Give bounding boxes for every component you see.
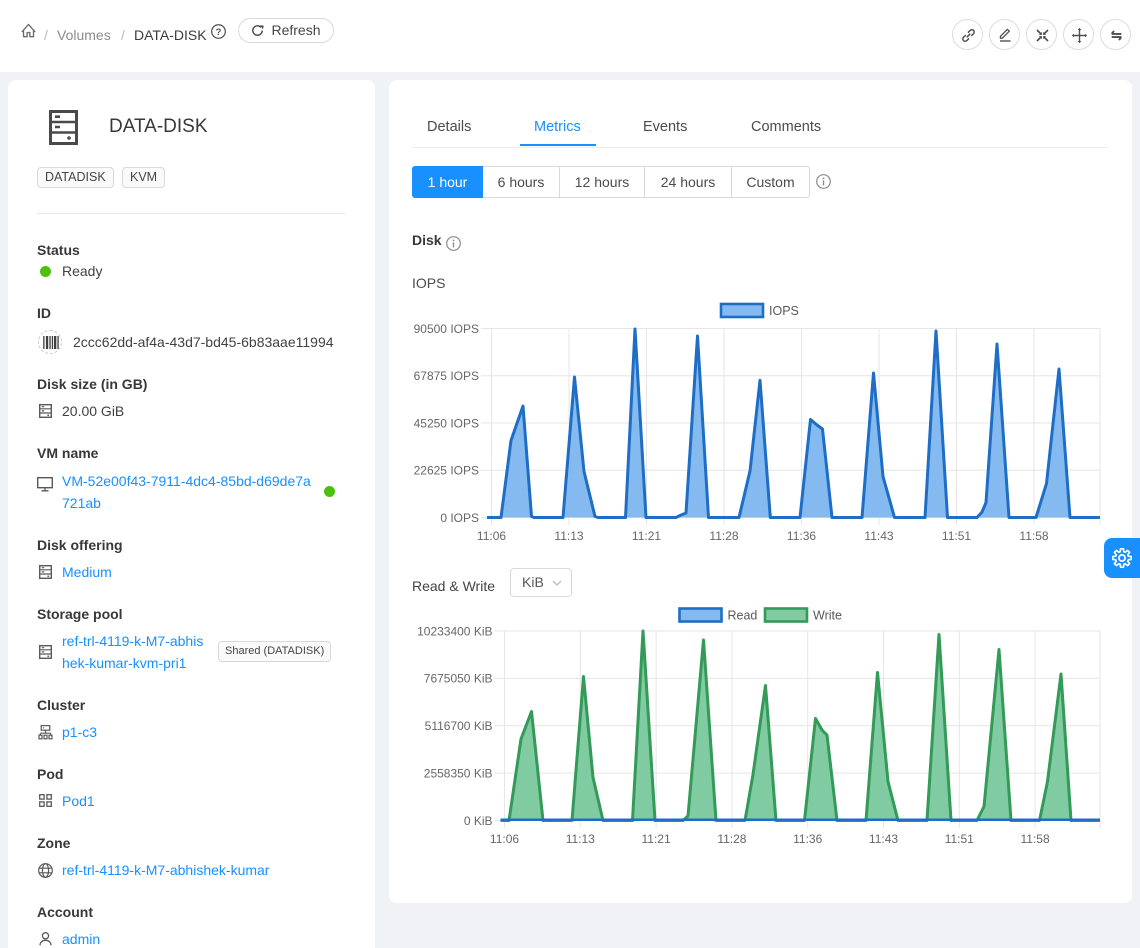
svg-text:11:43: 11:43 [864, 529, 893, 543]
svg-text:45250 IOPS: 45250 IOPS [414, 416, 479, 430]
svg-text:11:13: 11:13 [566, 832, 595, 846]
svg-text:2558350 KiB: 2558350 KiB [424, 766, 493, 780]
svg-text:Write: Write [813, 609, 842, 623]
svg-text:11:28: 11:28 [709, 529, 738, 543]
svg-text:11:06: 11:06 [477, 529, 506, 543]
svg-text:11:13: 11:13 [554, 529, 583, 543]
svg-text:11:28: 11:28 [717, 832, 746, 846]
svg-text:11:51: 11:51 [942, 529, 971, 543]
svg-text:11:21: 11:21 [642, 832, 671, 846]
svg-text:?: ? [216, 27, 222, 38]
svg-text:5116700 KiB: 5116700 KiB [425, 719, 493, 733]
svg-text:0 KiB: 0 KiB [464, 814, 493, 828]
svg-text:Read: Read [728, 609, 758, 623]
svg-text:11:36: 11:36 [793, 832, 822, 846]
svg-text:IOPS: IOPS [769, 304, 799, 318]
svg-text:7675050 KiB: 7675050 KiB [424, 672, 493, 686]
svg-text:67875 IOPS: 67875 IOPS [414, 369, 479, 383]
svg-text:90500 IOPS: 90500 IOPS [414, 322, 479, 336]
svg-text:22625 IOPS: 22625 IOPS [414, 464, 479, 478]
svg-text:11:36: 11:36 [787, 529, 816, 543]
svg-text:11:58: 11:58 [1019, 529, 1048, 543]
svg-text:0 IOPS: 0 IOPS [440, 511, 479, 525]
svg-text:11:51: 11:51 [945, 832, 974, 846]
svg-text:11:58: 11:58 [1021, 832, 1050, 846]
svg-text:10233400 KiB: 10233400 KiB [417, 624, 492, 638]
svg-text:11:21: 11:21 [632, 529, 661, 543]
svg-text:11:06: 11:06 [490, 832, 519, 846]
svg-text:11:43: 11:43 [869, 832, 898, 846]
